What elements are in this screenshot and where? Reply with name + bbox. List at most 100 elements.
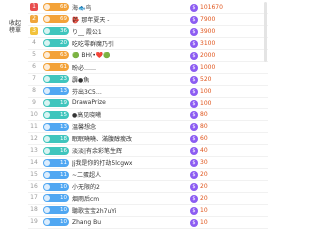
contribution-value: 3100	[200, 39, 216, 47]
leaderboard-list: 1 68 海🐟鸟 $101670 2 69 👺 那年夏天 - $7900 3 36 り__ 霞公1 $…	[28, 2, 268, 229]
level-badge: 10	[43, 182, 69, 191]
leaderboard-row[interactable]: 13 16 淡淡|有余彩笔生辉 $40	[28, 145, 268, 158]
contribution-value: 40	[200, 147, 208, 155]
user-name: 芬出3C5…	[72, 88, 102, 96]
level-badge: 10	[43, 194, 69, 203]
contribution-value: 20	[200, 195, 208, 202]
contribution-value: 80	[200, 123, 208, 131]
currency-coin-icon: $	[190, 183, 198, 192]
leaderboard-row[interactable]: 10 15 ●高见晓曦 $80	[28, 109, 268, 122]
rank-number: 9	[32, 98, 36, 106]
rank-number: 19	[30, 218, 38, 226]
rank-number: 12	[30, 134, 38, 142]
rank-number: 3	[30, 27, 38, 36]
rank-number: 17	[30, 194, 38, 202]
leaderboard-row[interactable]: 19 10 Zhang Bu $10	[28, 217, 268, 229]
collapse-ranking-tab[interactable]: 收起 榜單	[6, 20, 24, 36]
rank-number: 4	[32, 39, 36, 47]
user-name: 温馨想念	[72, 124, 97, 132]
user-name: 眠眠曉曉、滿腹醇瘦改	[72, 136, 133, 144]
tab-underline	[8, 35, 22, 36]
leaderboard-row[interactable]: 1 68 海🐟鸟 $101670	[28, 2, 268, 14]
leaderboard-row[interactable]: 12 18 眠眠曉曉、滿腹醇瘦改 $60	[28, 133, 268, 146]
user-name: 烟雨后cm	[72, 195, 100, 203]
user-name: 淡淡|有余彩笔生辉	[72, 148, 123, 156]
leaderboard-row[interactable]: 18 10 聽歌宝宝2h7uYi $10	[28, 205, 268, 217]
leaderboard-row[interactable]: 6 61 盼必…… $1000	[28, 62, 268, 74]
rank-number: 6	[32, 63, 36, 71]
rank-number: 1	[30, 3, 38, 12]
currency-coin-icon: $	[190, 27, 198, 36]
rank-number: 2	[30, 15, 38, 24]
level-badge: 10	[43, 218, 69, 227]
contribution-value: 101670	[200, 4, 223, 11]
currency-coin-icon: $	[190, 206, 198, 215]
rank-number: 13	[30, 146, 38, 154]
level-badge: 13	[43, 122, 69, 131]
level-badge: 11	[43, 170, 69, 179]
contribution-value: 10	[200, 206, 208, 214]
leaderboard-row[interactable]: 2 69 👺 那年夏天 - $7900	[28, 14, 268, 26]
user-name: DrawaPrize	[72, 99, 106, 107]
ranking-label: 榜單	[8, 27, 21, 34]
rank-number: 14	[30, 158, 38, 166]
rank-number: 18	[30, 206, 38, 214]
user-name: 小无限的2	[72, 184, 100, 192]
currency-coin-icon: $	[190, 99, 198, 108]
level-badge: 20	[43, 39, 69, 48]
scrollbar[interactable]	[264, 2, 267, 62]
level-badge: 10	[43, 206, 69, 215]
level-badge: 11	[43, 158, 69, 167]
leaderboard-row[interactable]: 9 19 DrawaPrize $100	[28, 98, 268, 110]
leaderboard-row[interactable]: 17 10 烟雨后cm $20	[28, 193, 268, 205]
contribution-value: 1000	[200, 63, 216, 71]
leaderboard-row[interactable]: 8 13 芬出3C5… $100	[28, 86, 268, 98]
level-badge: 16	[43, 146, 69, 155]
user-name: 👺 那年夏天 -	[72, 16, 110, 24]
contribution-value: 20	[200, 171, 208, 179]
level-badge: 68	[43, 3, 69, 12]
contribution-value: 60	[200, 135, 208, 143]
currency-coin-icon: $	[190, 195, 198, 203]
level-badge: 15	[43, 110, 69, 119]
collapse-label: 收起	[8, 20, 21, 27]
leaderboard-row[interactable]: 7 23 霹●魚 $520	[28, 74, 268, 86]
leaderboard-row[interactable]: 11 13 温馨想念 $80	[28, 121, 268, 134]
contribution-value: 20	[200, 183, 208, 191]
user-name: 聽歌宝宝2h7uYi	[72, 207, 117, 215]
contribution-value: 100	[200, 87, 212, 95]
contribution-value: 30	[200, 159, 208, 167]
currency-coin-icon: $	[190, 75, 198, 84]
leaderboard-row[interactable]: 16 10 小无限的2 $20	[28, 181, 268, 193]
level-badge: 13	[43, 87, 69, 96]
rank-number: 16	[30, 182, 38, 190]
user-name: ●高见晓曦	[72, 112, 102, 120]
user-name: 吃吃零群魔乃引	[72, 40, 115, 48]
leaderboard-row[interactable]: 5 63 🟢 BH(•❤️🟢 $2000	[28, 50, 268, 62]
currency-coin-icon: $	[190, 87, 198, 96]
currency-coin-icon: $	[190, 15, 198, 24]
contribution-value: 3900	[200, 27, 216, 35]
contribution-value: 2000	[200, 51, 216, 59]
user-name: り__ 霞公1	[72, 28, 102, 36]
user-name: 盼必……	[72, 64, 97, 72]
rank-number: 7	[32, 75, 36, 83]
leaderboard-row[interactable]: 14 11 Jj我是你的打劫5lcgwx $30	[28, 157, 268, 170]
level-badge: 61	[43, 63, 69, 72]
currency-coin-icon: $	[190, 63, 198, 72]
leaderboard-row[interactable]: 3 36 り__ 霞公1 $3900	[28, 26, 268, 38]
user-name: 霹●魚	[72, 76, 90, 84]
contribution-value: 100	[200, 99, 212, 107]
rank-number: 8	[32, 87, 36, 95]
level-badge: 18	[43, 134, 69, 143]
leaderboard-row[interactable]: 15 11 ~二蛋超人 $20	[28, 169, 268, 182]
level-badge: 36	[43, 27, 69, 36]
contribution-value: 7900	[200, 15, 216, 23]
leaderboard-row[interactable]: 4 20 吃吃零群魔乃引 $3100	[28, 38, 268, 50]
level-badge: 23	[43, 75, 69, 84]
currency-coin-icon: $	[190, 4, 198, 12]
user-name: ~二蛋超人	[72, 172, 102, 180]
contribution-value: 10	[200, 218, 208, 226]
user-name: 海🐟鸟	[72, 4, 92, 12]
level-badge: 69	[43, 15, 69, 24]
